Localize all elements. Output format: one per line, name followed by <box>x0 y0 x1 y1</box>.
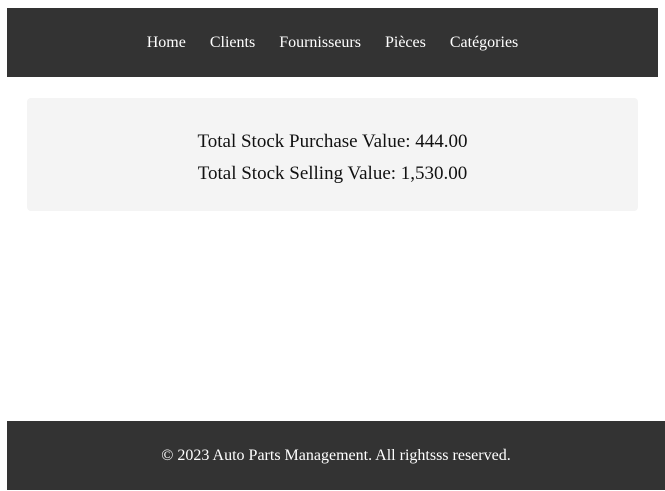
selling-value-amount: 1,530.00 <box>400 163 468 184</box>
nav-link-fournisseurs[interactable]: Fournisseurs <box>279 34 361 51</box>
footer-copyright: © 2023 Auto Parts Management. All rights… <box>161 446 511 464</box>
selling-value-label: Total Stock Selling Value: <box>197 163 397 184</box>
page: Home Clients Fournisseurs Pièces Catégor… <box>0 0 665 491</box>
stock-summary-card: Total Stock Purchase Value: 444.00 Total… <box>27 98 638 211</box>
purchase-value-label: Total Stock Purchase Value: <box>197 131 411 152</box>
nav-link-clients[interactable]: Clients <box>210 34 255 51</box>
selling-value-line: Total Stock Selling Value: 1,530.00 <box>27 158 638 190</box>
purchase-value-amount: 444.00 <box>415 131 468 152</box>
page-footer: © 2023 Auto Parts Management. All rights… <box>7 421 665 490</box>
nav-link-home[interactable]: Home <box>147 34 186 51</box>
nav-link-pieces[interactable]: Pièces <box>385 34 426 51</box>
nav-link-categories[interactable]: Catégories <box>450 34 518 51</box>
purchase-value-line: Total Stock Purchase Value: 444.00 <box>27 126 638 158</box>
top-navbar: Home Clients Fournisseurs Pièces Catégor… <box>7 8 658 77</box>
